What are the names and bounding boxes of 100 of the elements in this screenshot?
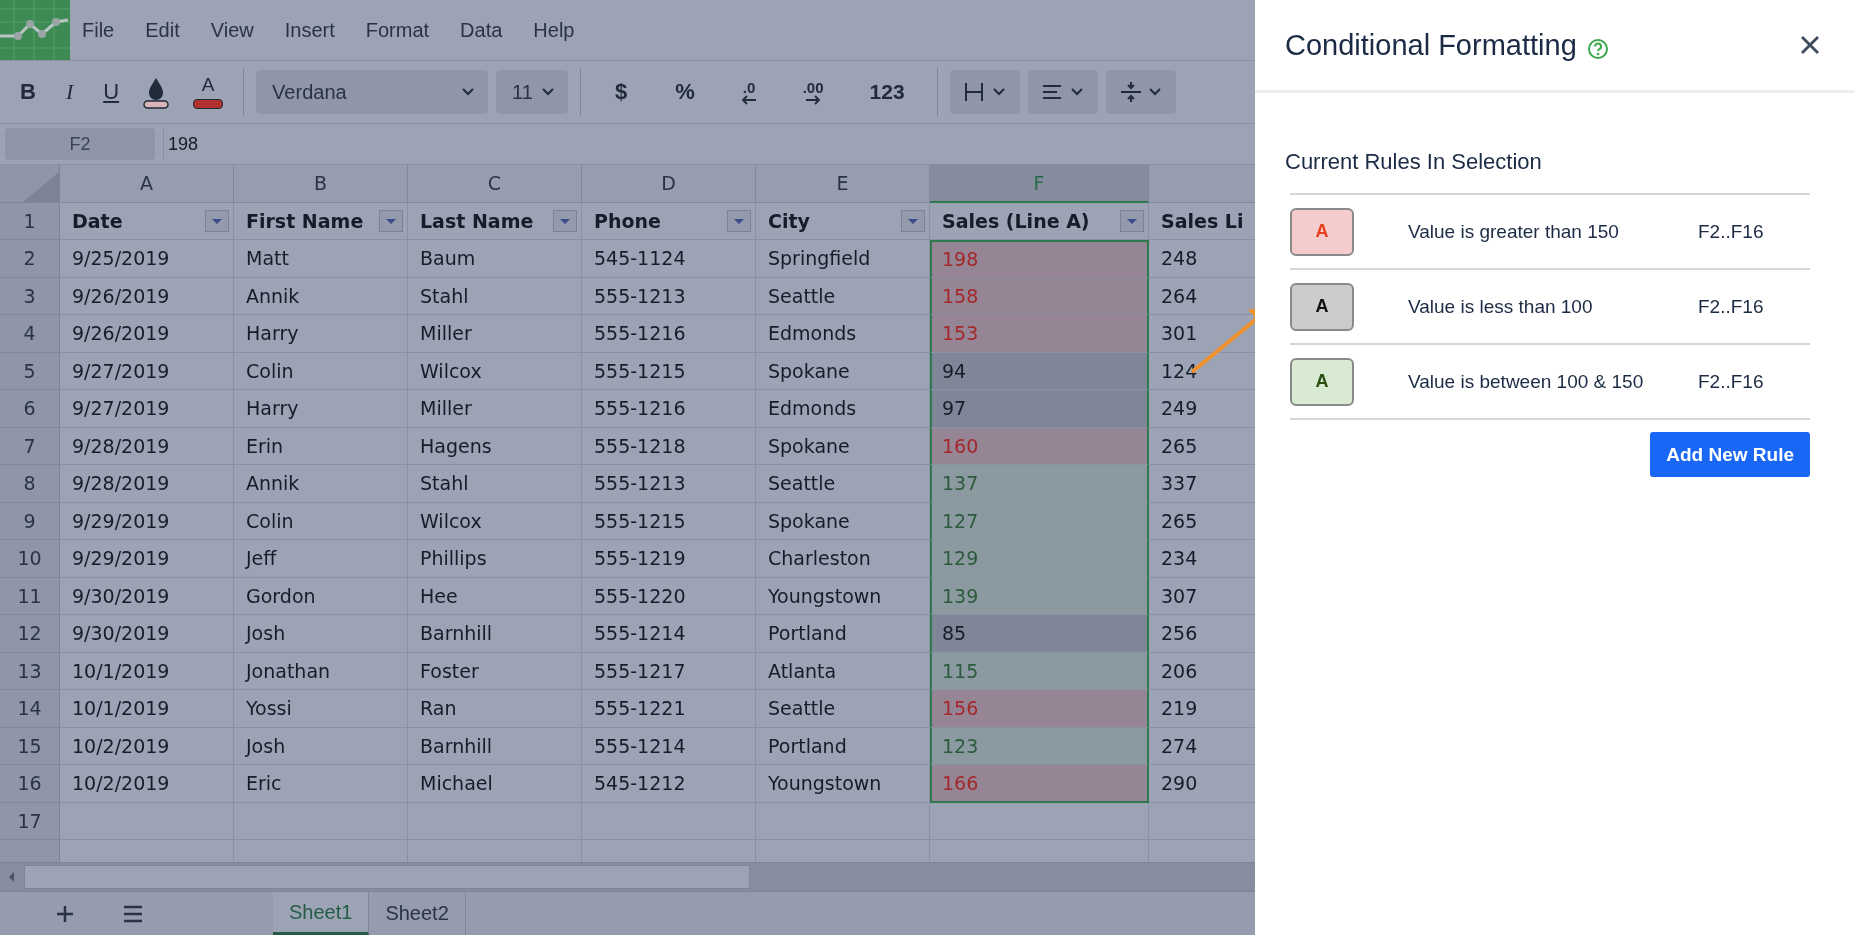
borders-dropdown[interactable]	[950, 70, 1021, 114]
rule-row[interactable]: A Value is less than 100 F2..F16	[1290, 270, 1810, 345]
menu-item[interactable]: Format	[365, 18, 446, 42]
font-size-select[interactable]: 11	[496, 70, 569, 114]
column-header[interactable]: D	[582, 165, 756, 203]
table-cell: 166	[930, 765, 1149, 803]
table-cell: 127	[930, 502, 1149, 540]
table-cell: 555-1220	[582, 577, 756, 615]
row-number[interactable]: 8	[0, 465, 60, 503]
name-box[interactable]: F2	[5, 128, 155, 160]
table-cell: 9/30/2019	[60, 615, 234, 653]
table-cell: Wilcox	[408, 502, 582, 540]
formula-field[interactable]: 198	[163, 128, 1250, 160]
table-cell: 139	[930, 577, 1149, 615]
table-cell: 160	[930, 427, 1149, 465]
header-cell: City	[768, 209, 810, 232]
row-number[interactable]: 9	[0, 502, 60, 540]
filter-dropdown-icon[interactable]	[553, 209, 577, 232]
table-cell: Barnhill	[408, 615, 582, 653]
row-number[interactable]: 11	[0, 577, 60, 615]
table-cell: 9/29/2019	[60, 540, 234, 578]
add-rule-button[interactable]: Add New Rule	[1650, 432, 1810, 477]
chevron-down-icon	[542, 88, 555, 96]
header-cell: First Name	[246, 209, 364, 232]
horizontal-scrollbar[interactable]	[0, 862, 1255, 892]
add-sheet-icon[interactable]	[55, 903, 75, 924]
menu-item[interactable]: Edit	[145, 18, 196, 42]
menu-item[interactable]: File	[82, 18, 131, 42]
header-cell: Phone	[594, 209, 661, 232]
table-cell: 10/1/2019	[60, 652, 234, 690]
row-number[interactable]: 12	[0, 615, 60, 653]
table-cell: Colin	[234, 352, 408, 390]
menu-item[interactable]: Help	[533, 18, 591, 42]
percent-button[interactable]: %	[657, 75, 714, 109]
sheet-list-icon[interactable]	[123, 904, 143, 923]
bold-button[interactable]: B	[12, 75, 44, 109]
row-number[interactable]: 6	[0, 390, 60, 428]
sheet-tab[interactable]: Sheet2	[369, 892, 466, 935]
header-cell: Sales Li	[1161, 209, 1244, 232]
help-icon[interactable]	[1586, 38, 1609, 60]
row-number[interactable]: 15	[0, 727, 60, 765]
menu-item[interactable]: Data	[460, 18, 519, 42]
table-cell: 115	[930, 652, 1149, 690]
chevron-down-icon	[462, 88, 475, 96]
filter-dropdown-icon[interactable]	[1120, 209, 1144, 232]
table-cell: Ran	[408, 690, 582, 728]
section-heading: Current Rules In Selection	[1285, 149, 1543, 175]
rule-row[interactable]: A Value is greater than 150 F2..F16	[1290, 195, 1810, 270]
number-format-button[interactable]: 123	[849, 76, 926, 108]
filter-dropdown-icon[interactable]	[901, 209, 925, 232]
filter-dropdown-icon[interactable]	[379, 209, 403, 232]
column-header[interactable]: A	[60, 165, 234, 203]
table-cell: 198	[930, 240, 1149, 278]
column-header[interactable]: C	[408, 165, 582, 203]
table-cell: 129	[930, 540, 1149, 578]
row-number[interactable]: 5	[0, 352, 60, 390]
row-number[interactable]: 3	[0, 277, 60, 315]
sheet-tab[interactable]: Sheet1	[273, 892, 370, 935]
close-icon[interactable]	[1800, 35, 1820, 55]
row-number[interactable]: 13	[0, 652, 60, 690]
vertical-align-dropdown[interactable]	[1106, 70, 1177, 114]
column-header[interactable]: E	[756, 165, 930, 203]
row-number[interactable]: 7	[0, 427, 60, 465]
format-preview: A	[1290, 357, 1354, 406]
row-number[interactable]: 14	[0, 690, 60, 728]
italic-button[interactable]: I	[57, 75, 82, 109]
table-cell: Erin	[234, 427, 408, 465]
table-cell: 9/28/2019	[60, 427, 234, 465]
underline-button[interactable]: U	[95, 75, 128, 109]
table-cell: 10/2/2019	[60, 765, 234, 803]
row-number[interactable]: 1	[0, 202, 60, 240]
row-number[interactable]: 2	[0, 240, 60, 278]
align-dropdown[interactable]	[1028, 70, 1099, 114]
decrease-decimals-button[interactable]: .0	[721, 79, 778, 105]
filter-dropdown-icon[interactable]	[727, 209, 751, 232]
table-cell: 9/27/2019	[60, 390, 234, 428]
table-cell: Harry	[234, 390, 408, 428]
font-color-button[interactable]: A	[185, 71, 232, 113]
table-cell: Annik	[234, 465, 408, 503]
row-number[interactable]: 10	[0, 540, 60, 578]
filter-dropdown-icon[interactable]	[205, 209, 229, 232]
table-cell: Jonathan	[234, 652, 408, 690]
table-cell: Hagens	[408, 427, 582, 465]
currency-button[interactable]: $	[593, 75, 650, 109]
column-header[interactable]: B	[234, 165, 408, 203]
table-cell: Yossi	[234, 690, 408, 728]
row-number[interactable]: 4	[0, 315, 60, 353]
menu-item[interactable]: View	[210, 18, 270, 42]
row-number[interactable]: 17	[0, 802, 60, 840]
increase-decimals-button[interactable]: .00	[785, 79, 842, 105]
header-cell: Date	[72, 209, 123, 232]
app-logo-icon	[0, 0, 70, 60]
table-cell: 153	[930, 315, 1149, 353]
menu-item[interactable]: Insert	[284, 18, 351, 42]
table-cell: 9/26/2019	[60, 315, 234, 353]
row-number[interactable]: 16	[0, 765, 60, 803]
font-select[interactable]: Verdana	[256, 70, 489, 114]
table-cell: Michael	[408, 765, 582, 803]
table-cell: 555-1219	[582, 540, 756, 578]
rule-row[interactable]: A Value is between 100 & 150 F2..F16	[1290, 345, 1810, 420]
